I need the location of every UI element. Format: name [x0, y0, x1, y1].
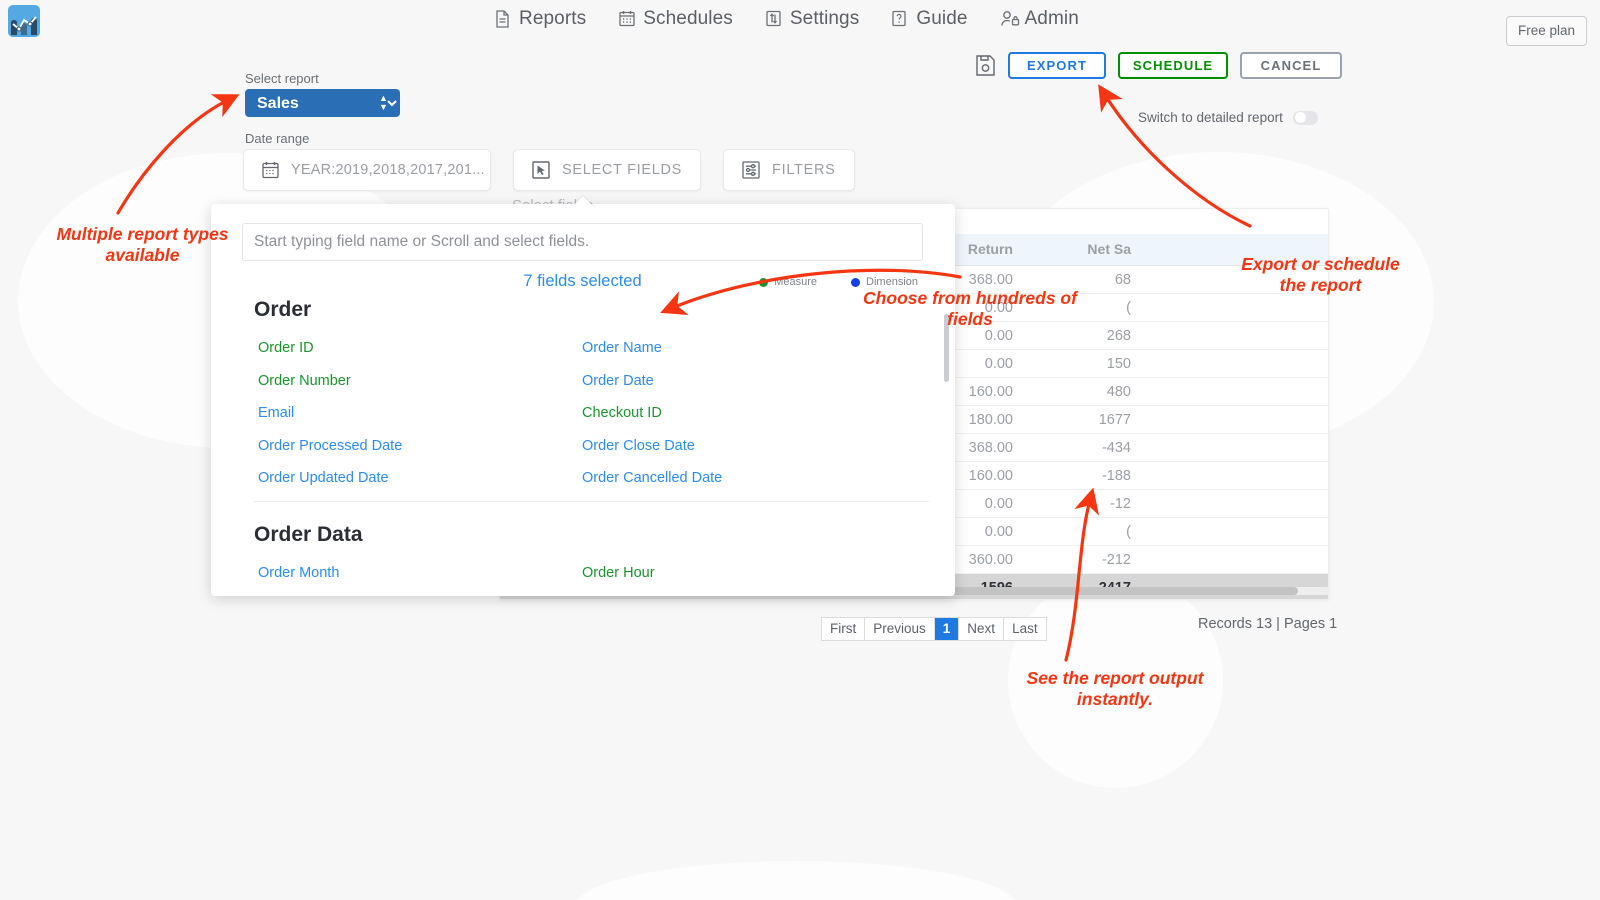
field-item[interactable]: Order ID	[258, 332, 402, 365]
document-icon	[495, 10, 512, 28]
date-range-button[interactable]: YEAR:2019,2018,2017,201...	[243, 149, 491, 191]
legend-measure: Measure	[759, 276, 817, 288]
pager-next[interactable]: Next	[959, 618, 1005, 640]
report-action-toolbar: EXPORT SCHEDULE CANCEL	[975, 52, 1342, 79]
table-cell: -12	[1024, 489, 1142, 518]
field-item[interactable]: Email	[258, 397, 402, 430]
user-lock-icon	[1000, 10, 1019, 28]
legend-dimension: Dimension	[851, 276, 918, 288]
nav-item-reports[interactable]: Reports	[495, 8, 586, 30]
field-search-input[interactable]	[242, 223, 923, 261]
switch-detailed-report-row: Switch to detailed report	[1138, 110, 1318, 125]
decorative-blob	[1008, 573, 1223, 788]
field-item[interactable]: Order Number	[258, 365, 402, 398]
table-cell: 150	[1024, 349, 1142, 378]
panel-scrollbar[interactable]	[944, 314, 949, 382]
field-column: Order ID Order Number Email Order Processed…	[258, 332, 402, 495]
filter-pill-row: YEAR:2019,2018,2017,201... SELECT FIELDS	[243, 149, 855, 191]
table-cell: -212	[1024, 545, 1142, 574]
table-cell: 68	[1024, 265, 1142, 294]
field-column: Order Name Order Date Checkout ID Order Clo…	[582, 332, 722, 495]
free-plan-badge[interactable]: Free plan	[1505, 16, 1587, 46]
nav-label: Guide	[916, 8, 968, 29]
field-column: Order Month	[258, 557, 339, 590]
show-subtotal-label: Show subtotal	[1199, 208, 1284, 209]
pager-1[interactable]: 1	[934, 618, 960, 640]
table-cell: (	[1024, 517, 1142, 546]
decorative-blob	[576, 861, 1016, 900]
select-report-label: Select report	[245, 71, 319, 86]
nav-item-admin[interactable]: Admin	[1000, 8, 1079, 30]
field-group-title: Order	[254, 298, 312, 321]
pagination-control[interactable]: First Previous 1 Next Last	[821, 617, 1047, 641]
nav-label: Settings	[789, 8, 860, 29]
filters-label: FILTERS	[772, 162, 836, 178]
field-type-legend: Measure Dimension	[759, 276, 918, 288]
filter-sliders-icon	[742, 161, 760, 179]
dimension-dot-icon	[851, 277, 861, 287]
export-button[interactable]: EXPORT	[1008, 52, 1106, 79]
field-item[interactable]: Order Cancelled Date	[582, 462, 722, 495]
table-cell: 268	[1024, 321, 1142, 350]
floppy-disk-icon[interactable]	[975, 54, 996, 77]
table-cell: 480	[1024, 377, 1142, 406]
panel-divider	[254, 501, 929, 502]
field-item[interactable]: Order Hour	[582, 557, 655, 590]
annotation-report-output: See the report output instantly.	[1026, 668, 1204, 709]
select-fields-button[interactable]: SELECT FIELDS	[513, 149, 702, 191]
field-item[interactable]: Order Month	[258, 557, 339, 590]
show-subtotal-toggle[interactable]	[1293, 208, 1318, 209]
show-grand-total-label: Show grand total	[1020, 208, 1121, 209]
field-item[interactable]: Order Updated Date	[258, 462, 402, 495]
field-item[interactable]: Order Date	[582, 365, 722, 398]
field-group-title: Order Data	[254, 523, 363, 546]
field-column: Order Hour	[582, 557, 655, 590]
nav-item-schedules[interactable]: Schedules	[619, 8, 733, 30]
chart-logo[interactable]	[8, 5, 40, 37]
pager-previous[interactable]: Previous	[865, 618, 935, 640]
table-cell: 1677	[1024, 405, 1142, 434]
date-range-value: YEAR:2019,2018,2017,201...	[291, 162, 485, 178]
select-fields-label: SELECT FIELDS	[562, 162, 683, 178]
pager-last[interactable]: Last	[1004, 618, 1046, 640]
measure-dot-icon	[759, 277, 769, 287]
show-grand-total-toggle[interactable]	[1130, 208, 1155, 209]
field-picker-panel: 7 fields selected Measure Dimension Orde…	[211, 204, 955, 596]
nav-label: Schedules	[643, 8, 733, 29]
report-toggle-row: Show grand total Show subtotal	[1020, 208, 1318, 209]
main-nav: Reports Schedules Settings Guide Admin	[495, 8, 1079, 30]
table-cell: -434	[1024, 433, 1142, 462]
filters-button[interactable]: FILTERS	[723, 149, 855, 191]
records-info: Records 13 | Pages 1	[1198, 616, 1338, 632]
column-header[interactable]: Net Sa	[1024, 234, 1142, 266]
cursor-select-icon	[532, 161, 550, 179]
field-item[interactable]: Order Close Date	[582, 430, 722, 463]
question-icon	[892, 10, 909, 28]
nav-item-settings[interactable]: Settings	[766, 8, 859, 30]
field-item[interactable]: Checkout ID	[582, 397, 722, 430]
table-cell: (	[1024, 293, 1142, 322]
cancel-button[interactable]: CANCEL	[1240, 52, 1342, 79]
schedule-button[interactable]: SCHEDULE	[1118, 52, 1228, 79]
field-item[interactable]: Order Name	[582, 332, 722, 365]
sliders-icon	[766, 10, 783, 28]
field-item[interactable]: Order Processed Date	[258, 430, 402, 463]
app-root: Reports Schedules Settings Guide Admin F…	[0, 0, 1600, 900]
select-report-dropdown[interactable]: Sales	[245, 89, 400, 117]
nav-label: Reports	[519, 8, 587, 29]
calendar-icon	[262, 161, 279, 179]
legend-dimension-label: Dimension	[866, 276, 918, 288]
calendar-icon	[619, 10, 636, 28]
switch-detailed-report-label: Switch to detailed report	[1138, 110, 1283, 125]
legend-measure-label: Measure	[774, 276, 818, 288]
pager-first[interactable]: First	[822, 618, 866, 640]
nav-item-guide[interactable]: Guide	[892, 8, 967, 30]
top-navigation-bar: Reports Schedules Settings Guide Admin F…	[0, 0, 1600, 46]
date-range-label: Date range	[245, 131, 310, 146]
nav-label: Admin	[1024, 8, 1079, 29]
switch-detailed-report-toggle[interactable]	[1292, 110, 1318, 125]
panel-caret	[570, 196, 596, 209]
table-cell: -188	[1024, 461, 1142, 490]
